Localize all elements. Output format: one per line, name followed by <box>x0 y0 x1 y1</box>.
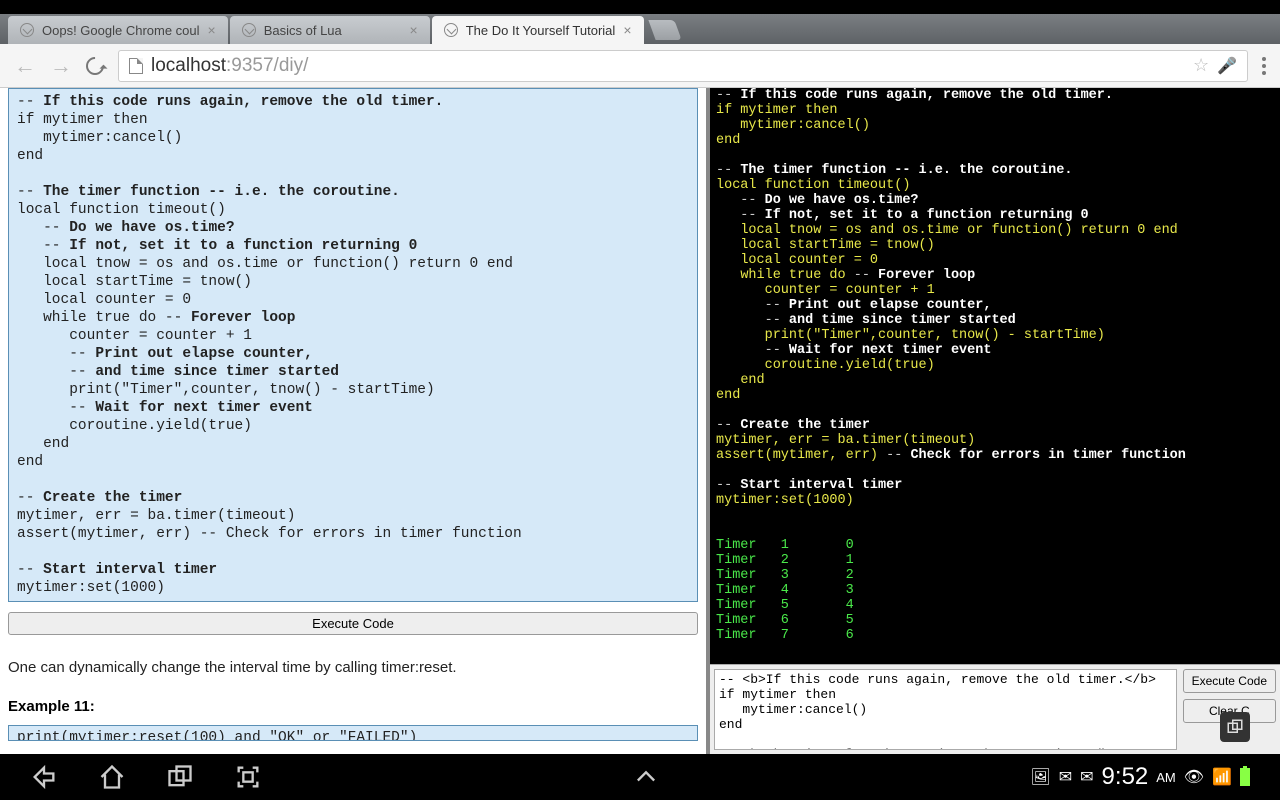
back-icon[interactable] <box>30 763 58 791</box>
url-path: :9357/diy/ <box>226 55 308 76</box>
picture-icon: 🖼 <box>1030 767 1050 787</box>
close-icon[interactable]: × <box>623 22 631 38</box>
tab-1[interactable]: Oops! Google Chrome coul × <box>8 16 228 44</box>
close-icon[interactable]: × <box>410 22 418 38</box>
screenshot-icon[interactable] <box>234 763 262 791</box>
multi-window-icon[interactable] <box>1220 712 1250 742</box>
tab-label: The Do It Yourself Tutorial <box>466 23 616 38</box>
terminal-input-area: -- <b>If this code runs again, remove th… <box>710 664 1280 754</box>
execute-code-button-right[interactable]: Execute Code <box>1183 669 1276 693</box>
execute-code-button[interactable]: Execute Code <box>8 612 698 635</box>
mail-icon-2: ✉ <box>1080 767 1093 787</box>
close-icon[interactable]: × <box>208 22 216 38</box>
bookmark-icon[interactable]: ☆ <box>1193 55 1209 76</box>
home-icon[interactable] <box>98 763 126 791</box>
recent-apps-icon[interactable] <box>166 763 194 791</box>
url-host: localhost <box>151 55 226 76</box>
site-icon <box>129 58 143 74</box>
code-input[interactable]: -- <b>If this code runs again, remove th… <box>714 669 1177 750</box>
left-panel: -- If this code runs again, remove the o… <box>0 88 706 754</box>
reload-button[interactable] <box>82 53 107 78</box>
tab-label: Oops! Google Chrome coul <box>42 23 200 38</box>
mail-icon: ✉ <box>1059 767 1072 787</box>
tab-2[interactable]: Basics of Lua × <box>230 16 430 44</box>
eye-icon: 👁 <box>1184 767 1204 787</box>
page-icon <box>242 23 256 37</box>
clock-time: 9:52 <box>1102 763 1149 791</box>
new-tab-button[interactable] <box>648 20 681 40</box>
tab-3-active[interactable]: The Do It Yourself Tutorial × <box>432 16 644 44</box>
battery-icon <box>1240 768 1250 786</box>
back-button[interactable]: ← <box>14 53 36 79</box>
example-11-label: Example 11: <box>8 698 698 715</box>
right-panel: -- If this code runs again, remove the o… <box>710 88 1280 754</box>
description-text: One can dynamically change the interval … <box>8 659 698 676</box>
page-icon <box>20 23 34 37</box>
browser-toolbar: ← → localhost:9357/diy/ ☆ 🎤 <box>0 44 1280 88</box>
code-example-10[interactable]: -- If this code runs again, remove the o… <box>8 88 698 602</box>
android-nav-bar: 🖼 ✉ ✉ 9:52 AM 👁 📶 <box>0 754 1280 800</box>
address-bar[interactable]: localhost:9357/diy/ ☆ 🎤 <box>118 50 1248 82</box>
code-example-11[interactable]: print(mytimer:reset(100) and "OK" or "FA… <box>8 725 698 741</box>
forward-button[interactable]: → <box>50 53 72 79</box>
browser-tabs-bar: Oops! Google Chrome coul × Basics of Lua… <box>0 14 1280 44</box>
terminal-output[interactable]: -- If this code runs again, remove the o… <box>710 88 1280 664</box>
clock-ampm: AM <box>1156 770 1176 785</box>
mic-icon[interactable]: 🎤 <box>1217 56 1237 76</box>
menu-button[interactable] <box>1262 57 1266 75</box>
tab-label: Basics of Lua <box>264 23 342 38</box>
page-icon <box>444 23 458 37</box>
wifi-icon: 📶 <box>1212 767 1232 787</box>
expand-up-icon[interactable] <box>632 763 660 791</box>
